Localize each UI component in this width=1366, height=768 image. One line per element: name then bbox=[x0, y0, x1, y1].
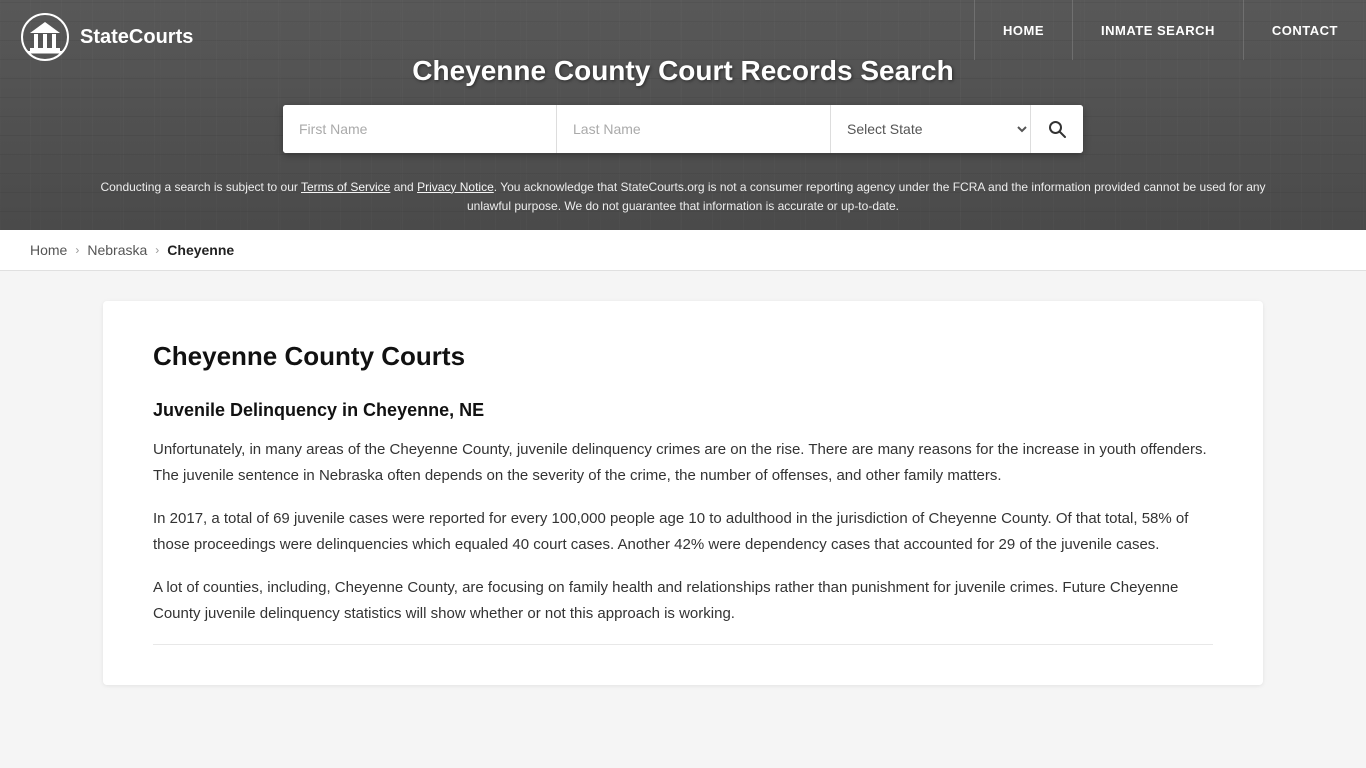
content-para2: In 2017, a total of 69 juvenile cases we… bbox=[153, 506, 1213, 557]
page-title: Cheyenne County Court Records Search bbox=[0, 55, 1366, 87]
breadcrumb: Home › Nebraska › Cheyenne bbox=[0, 230, 1366, 271]
content-para3: A lot of counties, including, Cheyenne C… bbox=[153, 575, 1213, 626]
nav-inmate-search[interactable]: INMATE SEARCH bbox=[1072, 0, 1243, 60]
disclaimer: Conducting a search is subject to our Te… bbox=[0, 178, 1366, 216]
main-nav: HOME INMATE SEARCH CONTACT bbox=[974, 0, 1366, 60]
content-main-title: Cheyenne County Courts bbox=[153, 341, 1213, 372]
nav-contact[interactable]: CONTACT bbox=[1243, 0, 1366, 60]
privacy-link[interactable]: Privacy Notice bbox=[417, 180, 494, 194]
page-header: StateCourts HOME INMATE SEARCH CONTACT C… bbox=[0, 0, 1366, 230]
search-icon bbox=[1047, 119, 1067, 139]
first-name-input[interactable] bbox=[283, 105, 557, 153]
content-divider bbox=[153, 644, 1213, 645]
last-name-input[interactable] bbox=[557, 105, 831, 153]
breadcrumb-sep-2: › bbox=[155, 243, 159, 257]
state-select[interactable]: Select StateAlabamaAlaskaArizonaArkansas… bbox=[831, 105, 1031, 153]
main-content: Cheyenne County Courts Juvenile Delinque… bbox=[103, 301, 1263, 685]
section1-title: Juvenile Delinquency in Cheyenne, NE bbox=[153, 400, 1213, 421]
breadcrumb-state[interactable]: Nebraska bbox=[87, 242, 147, 258]
breadcrumb-home[interactable]: Home bbox=[30, 242, 67, 258]
breadcrumb-sep-1: › bbox=[75, 243, 79, 257]
search-bar: Select StateAlabamaAlaskaArizonaArkansas… bbox=[283, 105, 1083, 153]
terms-link[interactable]: Terms of Service bbox=[301, 180, 390, 194]
nav-home[interactable]: HOME bbox=[974, 0, 1072, 60]
logo-text: StateCourts bbox=[80, 26, 193, 49]
content-para1: Unfortunately, in many areas of the Chey… bbox=[153, 437, 1213, 488]
search-button[interactable] bbox=[1031, 105, 1083, 153]
breadcrumb-county: Cheyenne bbox=[167, 242, 234, 258]
